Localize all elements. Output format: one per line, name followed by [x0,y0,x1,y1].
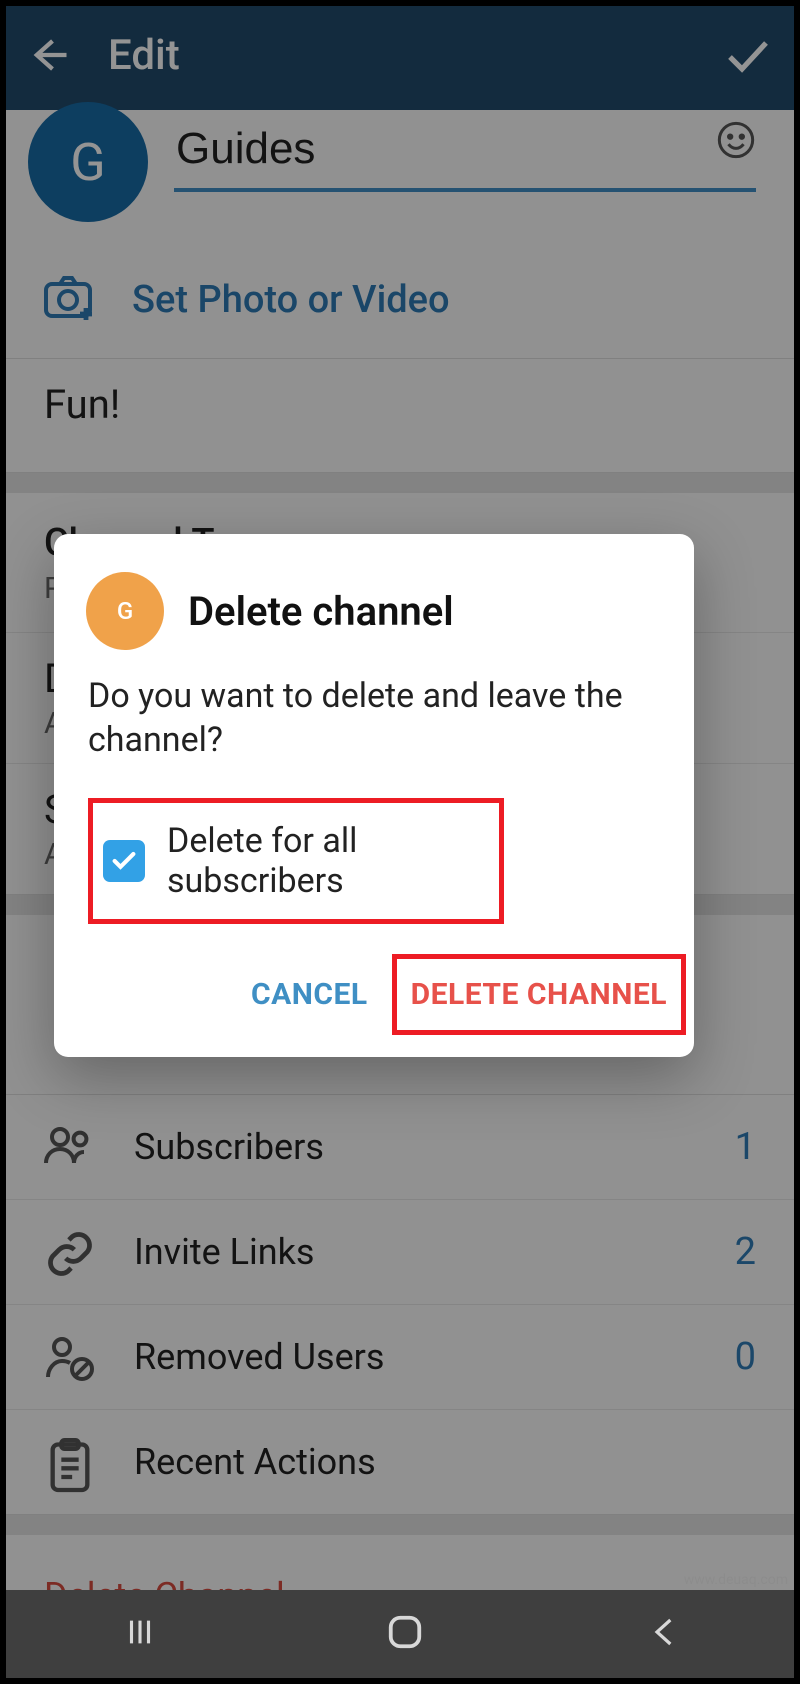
dialog-body: Do you want to delete and leave the chan… [54,650,694,798]
dialog-title: Delete channel [188,588,454,635]
delete-for-all-checkbox[interactable]: Delete for all subscribers [88,798,504,924]
cancel-button[interactable]: CANCEL [233,959,386,1030]
checkbox-label: Delete for all subscribers [167,821,499,901]
delete-dialog: G Delete channel Do you want to delete a… [54,534,694,1057]
recents-nav-icon[interactable] [119,1615,161,1653]
screen: Edit G Set Photo or Video Fun! Channe [0,0,800,1684]
back-nav-icon[interactable] [649,1615,681,1653]
dialog-avatar: G [86,572,164,650]
home-nav-icon[interactable] [386,1613,424,1655]
checkbox-checked-icon [103,840,145,882]
delete-channel-confirm-button[interactable]: DELETE CHANNEL [399,961,679,1028]
system-navbar [6,1590,794,1678]
watermark: www.deuaq.com [684,1572,788,1588]
